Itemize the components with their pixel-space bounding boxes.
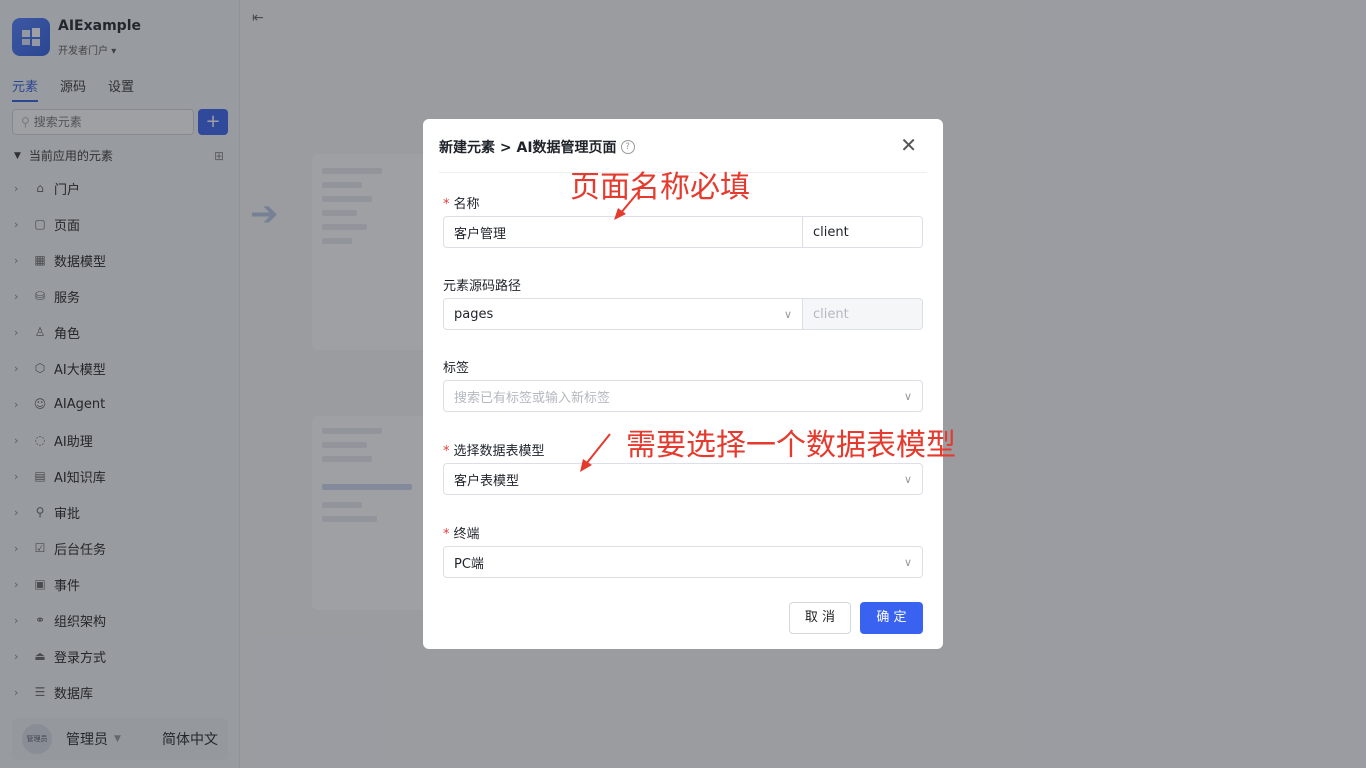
annotation-name-hint: 页面名称必填 xyxy=(570,170,750,205)
chevron-down-icon: ∨ xyxy=(903,472,912,486)
model-label: * 选择数据表模型 xyxy=(443,444,545,459)
path-select[interactable]: pages ∨ xyxy=(443,298,803,330)
model-field-group: 客户表模型 ∨ xyxy=(443,463,923,495)
name-label: * 名称 xyxy=(443,197,480,212)
terminal-value: PC端 xyxy=(454,556,484,572)
terminal-field-group: PC端 ∨ xyxy=(443,546,923,578)
path-value: pages xyxy=(454,306,494,322)
close-icon[interactable]: ✕ xyxy=(900,133,917,157)
name-input[interactable] xyxy=(454,224,792,240)
chevron-down-icon: ∨ xyxy=(903,389,912,403)
tag-placeholder: 搜索已有标签或输入新标签 xyxy=(454,390,611,406)
name-suffix-input[interactable] xyxy=(813,224,912,240)
path-field-group: pages ∨ client xyxy=(443,298,923,330)
terminal-label: * 终端 xyxy=(443,527,480,542)
terminal-select[interactable]: PC端 ∨ xyxy=(443,546,923,578)
chevron-down-icon: ∨ xyxy=(783,307,792,321)
tag-field-group: 搜索已有标签或输入新标签 ∨ xyxy=(443,380,923,412)
path-label: 元素源码路径 xyxy=(443,279,522,294)
annotation-model-hint: 需要选择一个数据表模型 xyxy=(626,428,956,463)
annotation-arrow-icon xyxy=(614,189,641,220)
dialog-title: 新建元素 > AI数据管理页面 ? xyxy=(439,137,635,157)
help-icon[interactable]: ? xyxy=(620,140,635,154)
name-field-group xyxy=(443,216,923,248)
cancel-button[interactable]: 取 消 xyxy=(789,602,851,634)
tag-label: 标签 xyxy=(443,361,470,376)
confirm-button[interactable]: 确 定 xyxy=(860,602,923,634)
name-suffix-field[interactable] xyxy=(803,216,923,248)
path-suffix-field: client xyxy=(803,298,923,330)
path-suffix-value: client xyxy=(813,306,849,322)
chevron-down-icon: ∨ xyxy=(903,555,912,569)
tag-select[interactable]: 搜索已有标签或输入新标签 ∨ xyxy=(443,380,923,412)
model-value: 客户表模型 xyxy=(454,473,520,489)
annotation-arrow-icon xyxy=(580,433,611,472)
model-select[interactable]: 客户表模型 ∨ xyxy=(443,463,923,495)
